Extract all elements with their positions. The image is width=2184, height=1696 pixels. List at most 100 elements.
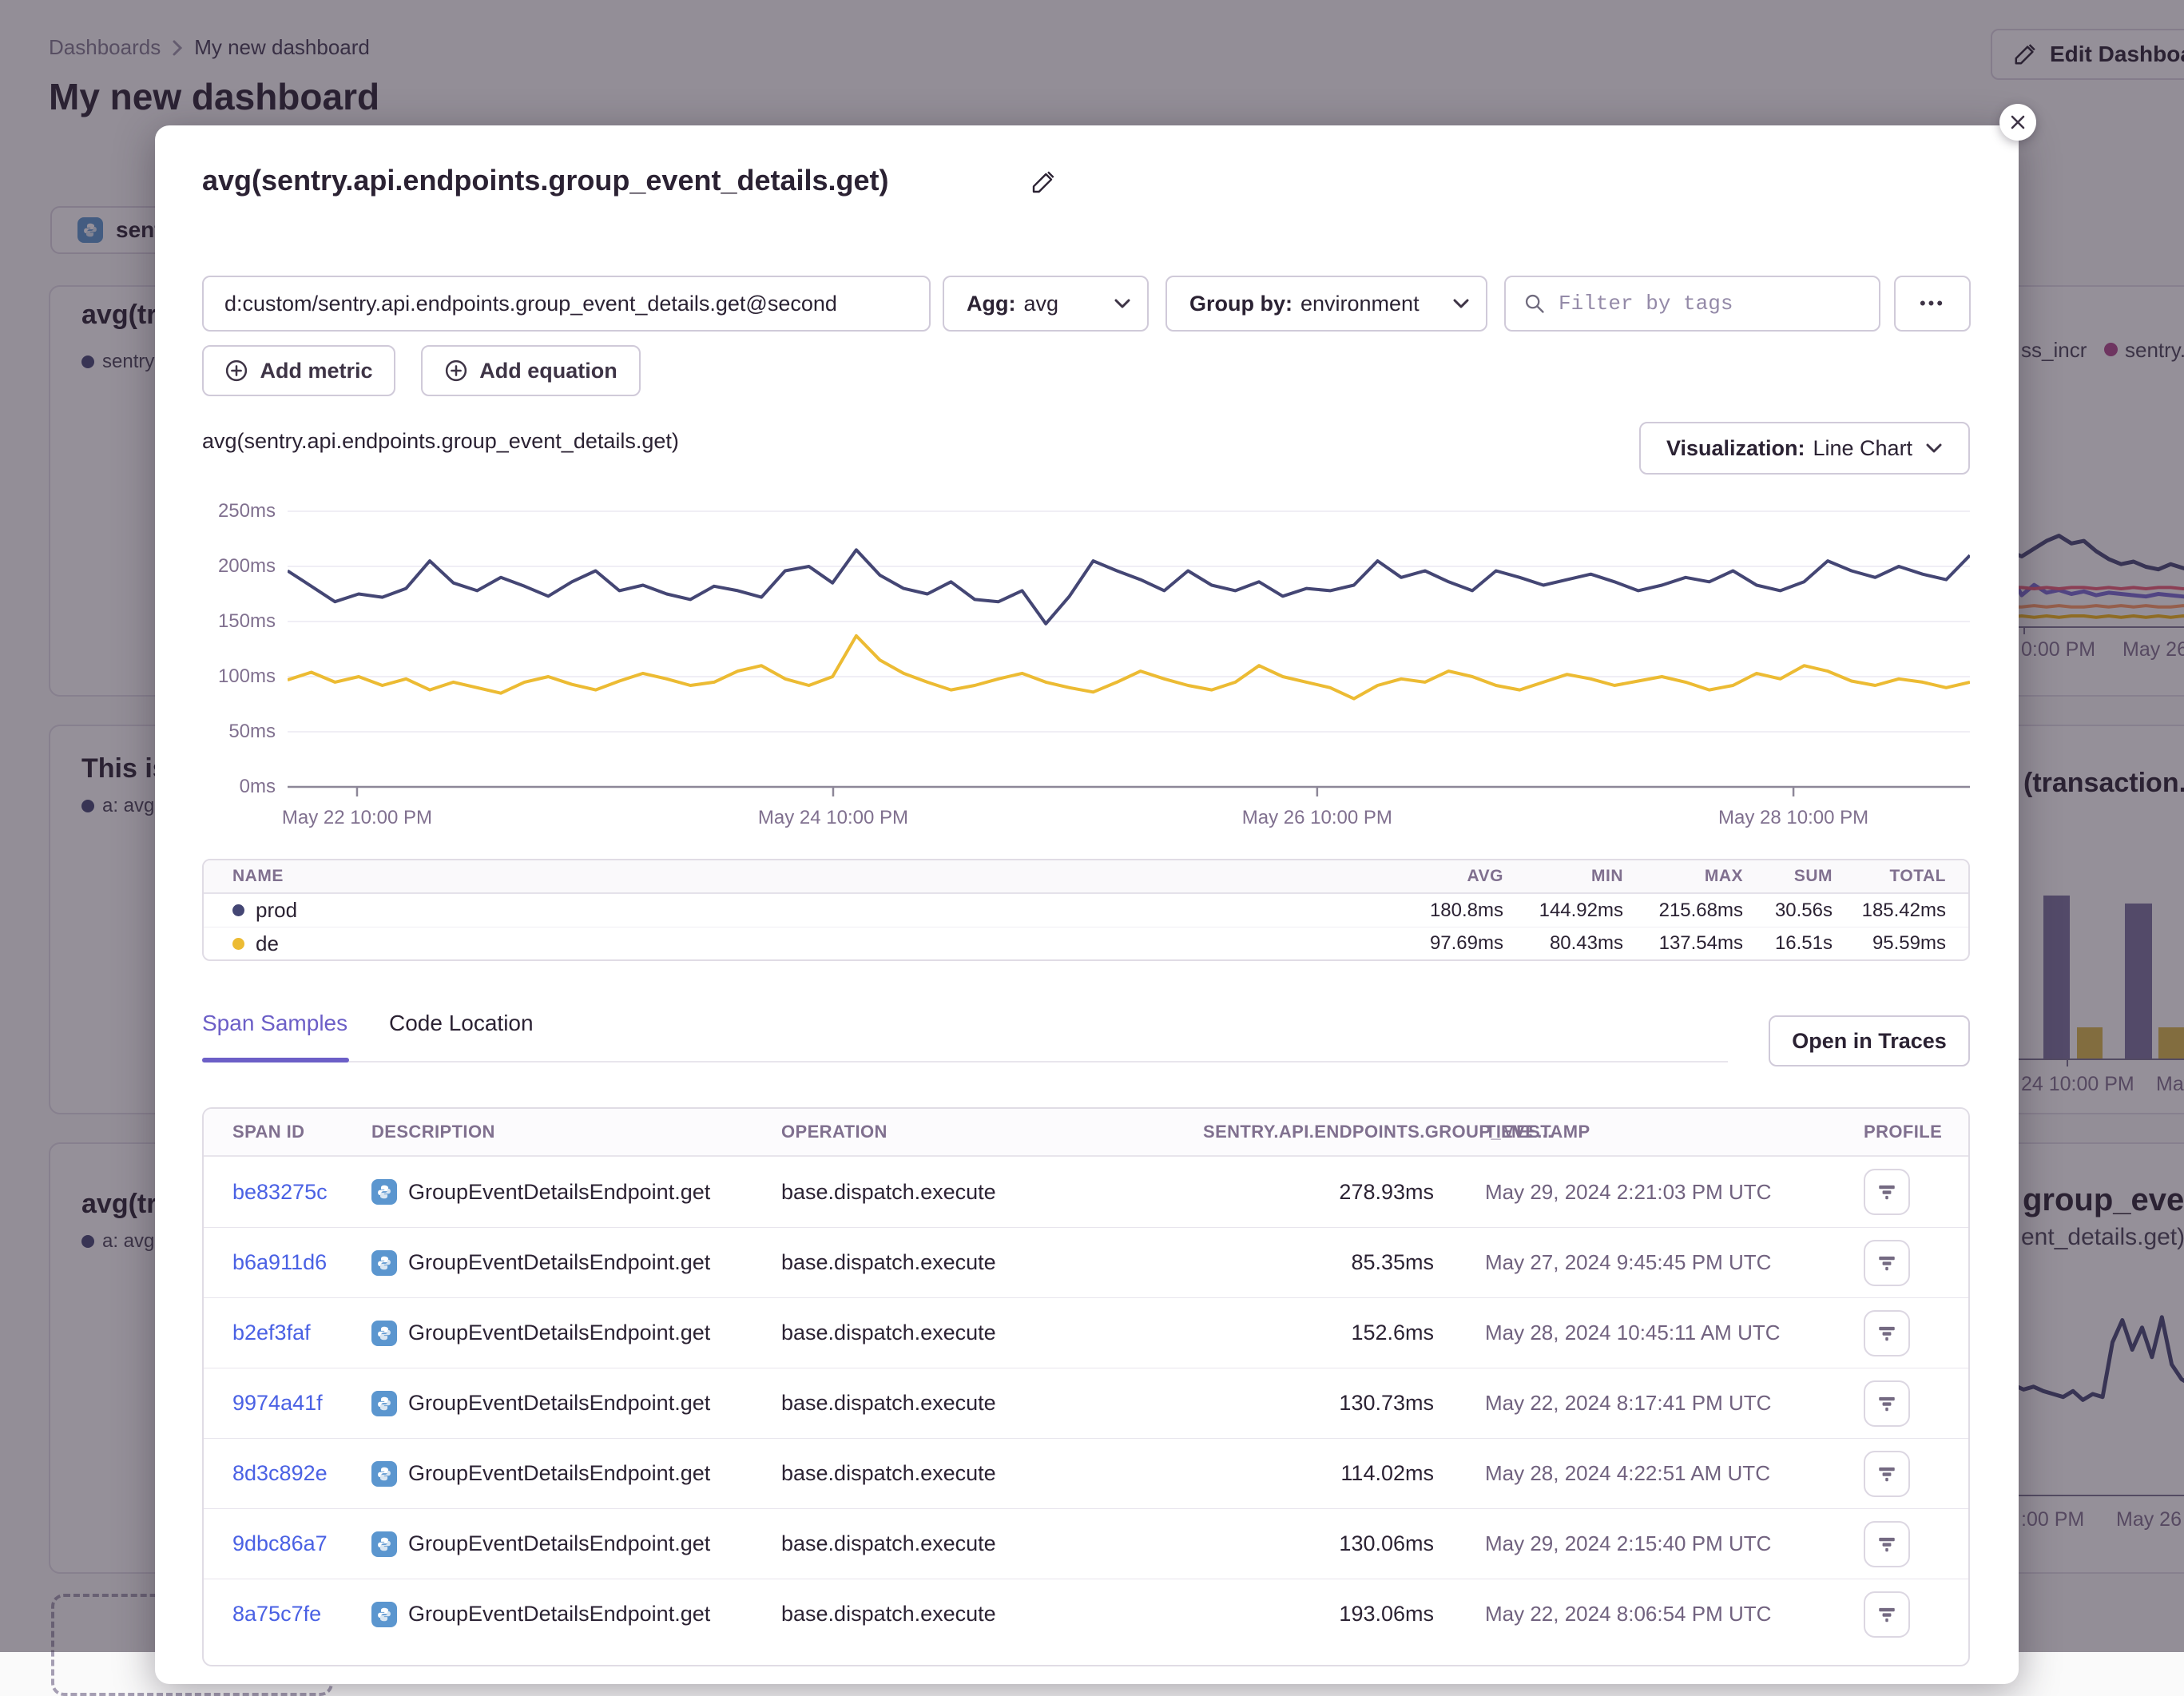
span-id-link[interactable]: 9974a41f [232,1391,371,1416]
filter-tags-field[interactable] [1504,276,1880,332]
summary-header-name: NAME [232,867,1384,886]
flamegraph-icon [1876,1464,1897,1484]
tab-code-location[interactable]: Code Location [389,1011,534,1036]
groupby-label: Group by: [1189,292,1293,316]
profile-button[interactable] [1864,1169,1910,1215]
x-axis-tick-label: May 26 10:00 PM [1229,807,1405,829]
python-icon [371,1250,397,1276]
summary-header-avg: AVG [1384,867,1503,886]
span-metric-value: 130.06ms [1203,1531,1434,1556]
span-operation: base.dispatch.execute [781,1250,1203,1275]
profile-button[interactable] [1864,1591,1910,1638]
span-operation: base.dispatch.execute [781,1180,1203,1205]
x-axis-tick-label: May 24 10:00 PM [745,807,921,829]
metric-query-input[interactable]: d:custom/sentry.api.endpoints.group_even… [202,276,931,332]
groupby-dropdown[interactable]: Group by: environment [1165,276,1487,332]
x-axis-tick-label: May 28 10:00 PM [1706,807,1881,829]
header-operation: OPERATION [781,1122,1203,1142]
span-timestamp: May 28, 2024 10:45:11 AM UTC [1434,1321,1864,1345]
metric-details-modal: avg(sentry.api.endpoints.group_event_det… [155,125,2019,1684]
profile-button[interactable] [1864,1521,1910,1567]
summary-header-min: MIN [1503,867,1623,886]
series-name: de [256,931,279,956]
series-avg: 97.69ms [1384,932,1503,955]
tab-span-samples[interactable]: Span Samples [202,1011,347,1036]
span-table-header: SPAN ID DESCRIPTION OPERATION SENTRY.API… [204,1109,1968,1157]
profile-button[interactable] [1864,1451,1910,1497]
add-metric-button[interactable]: Add metric [202,345,395,396]
span-operation: base.dispatch.execute [781,1321,1203,1345]
flamegraph-icon [1876,1253,1897,1273]
chevron-down-icon [1114,298,1131,309]
metric-query-value: d:custom/sentry.api.endpoints.group_even… [224,292,837,316]
span-timestamp: May 29, 2024 2:21:03 PM UTC [1434,1180,1864,1205]
active-tab-underline [202,1058,349,1062]
span-timestamp: May 29, 2024 2:15:40 PM UTC [1434,1531,1864,1556]
edit-title-pencil-icon[interactable] [1030,169,1056,195]
header-timestamp: TIMESTAMP [1434,1122,1864,1142]
span-metric-value: 193.06ms [1203,1602,1434,1626]
span-description: GroupEventDetailsEndpoint.get [408,1531,710,1556]
x-axis-tick-label: May 22 10:00 PM [269,807,445,829]
flamegraph-icon [1876,1323,1897,1344]
span-id-link[interactable]: 8d3c892e [232,1461,371,1486]
profile-button[interactable] [1864,1310,1910,1356]
visualization-dropdown[interactable]: Visualization: Line Chart [1639,422,1970,475]
span-id-link[interactable]: 9dbc86a7 [232,1531,371,1556]
span-row: 9974a41f GroupEventDetailsEndpoint.get b… [204,1368,1968,1438]
series-sum: 30.56s [1743,900,1833,922]
summary-header-row: NAME AVG MIN MAX SUM TOTAL [204,860,1968,894]
python-icon [371,1531,397,1557]
profile-button[interactable] [1864,1380,1910,1427]
span-operation: base.dispatch.execute [781,1602,1203,1626]
header-profile: PROFILE [1864,1122,1942,1142]
span-timestamp: May 22, 2024 8:17:41 PM UTC [1434,1391,1864,1416]
span-id-link[interactable]: b6a911d6 [232,1250,371,1275]
close-modal-button[interactable] [1999,104,2036,141]
span-description: GroupEventDetailsEndpoint.get [408,1461,710,1486]
span-description: GroupEventDetailsEndpoint.get [408,1321,710,1345]
open-in-traces-button[interactable]: Open in Traces [1769,1015,1970,1066]
y-axis-tick-label: 200ms [202,555,276,578]
add-equation-label: Add equation [479,359,617,383]
span-id-link[interactable]: be83275c [232,1180,371,1205]
y-axis-tick-label: 100ms [202,665,276,688]
main-line-chart: 250ms200ms150ms100ms50ms0ms May 22 10:00… [202,502,1970,845]
y-axis-tick-label: 150ms [202,610,276,633]
filter-tags-input[interactable] [1557,291,1879,316]
visualization-value: Line Chart [1813,436,1912,461]
span-timestamp: May 22, 2024 8:06:54 PM UTC [1434,1602,1864,1626]
series-sum: 16.51s [1743,932,1833,955]
span-description: GroupEventDetailsEndpoint.get [408,1250,710,1275]
span-metric-value: 278.93ms [1203,1180,1434,1205]
plus-circle-icon [444,359,468,383]
agg-dropdown[interactable]: Agg: avg [943,276,1149,332]
span-id-link[interactable]: b2ef3faf [232,1321,371,1345]
span-metric-value: 130.73ms [1203,1391,1434,1416]
close-icon [2008,113,2027,132]
span-metric-value: 85.35ms [1203,1250,1434,1275]
more-options-button[interactable]: ••• [1894,276,1971,332]
profile-button[interactable] [1864,1240,1910,1286]
python-icon [371,1461,397,1487]
y-axis-tick-label: 0ms [202,776,276,798]
flamegraph-icon [1876,1393,1897,1414]
span-operation: base.dispatch.execute [781,1531,1203,1556]
summary-header-sum: SUM [1743,867,1833,886]
search-icon [1523,292,1546,315]
summary-row: prod 180.8ms 144.92ms 215.68ms 30.56s 18… [204,894,1968,927]
series-total: 185.42ms [1833,900,1946,922]
span-description: GroupEventDetailsEndpoint.get [408,1602,710,1626]
plus-circle-icon [224,359,248,383]
span-id-link[interactable]: 8a75c7fe [232,1602,371,1626]
span-description: GroupEventDetailsEndpoint.get [408,1180,710,1205]
summary-header-max: MAX [1623,867,1743,886]
summary-row: de 97.69ms 80.43ms 137.54ms 16.51s 95.59… [204,927,1968,959]
span-row: 8d3c892e GroupEventDetailsEndpoint.get b… [204,1438,1968,1508]
summary-header-total: TOTAL [1833,867,1946,886]
add-equation-button[interactable]: Add equation [421,345,641,396]
span-row: b2ef3faf GroupEventDetailsEndpoint.get b… [204,1297,1968,1368]
visualization-label: Visualization: [1666,436,1805,461]
series-avg: 180.8ms [1384,900,1503,922]
series-color-dot [232,938,244,950]
